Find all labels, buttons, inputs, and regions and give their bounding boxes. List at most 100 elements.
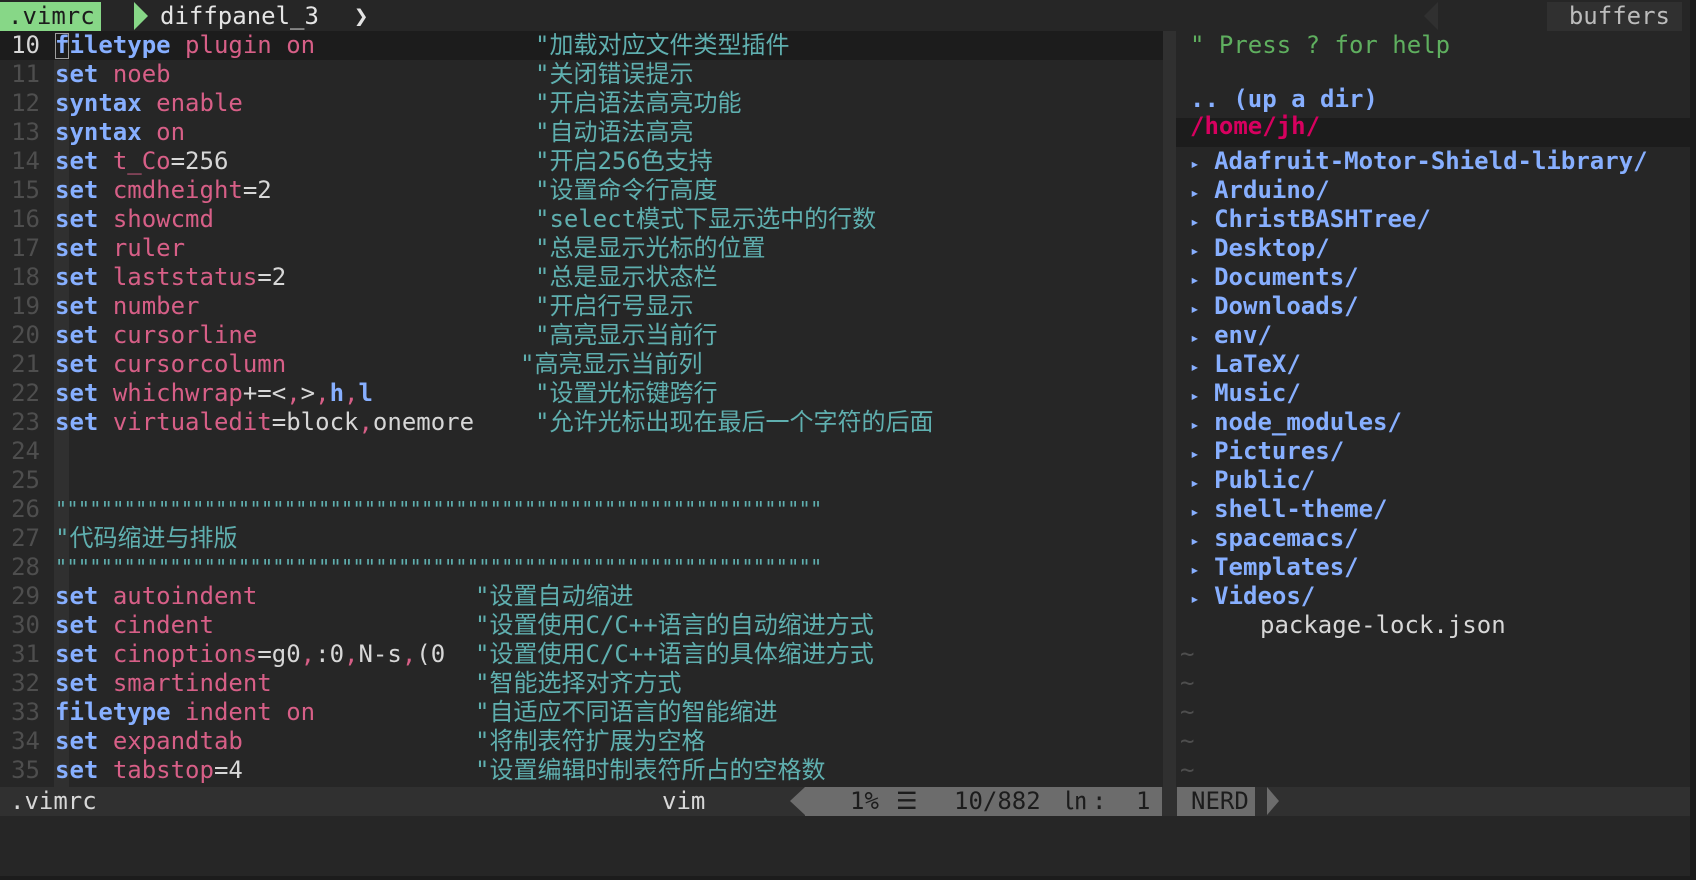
tree-dir-label: spacemacs/ <box>1214 524 1359 552</box>
code-token: showcmd <box>112 205 214 233</box>
tree-dir-item[interactable]: ▸ Templates/ <box>1190 553 1359 582</box>
tree-dir-item[interactable]: ▸ Desktop/ <box>1190 234 1330 263</box>
statusline: .vimrc vim 1% ☰ 10/882 ㏑: 1 NERD <box>0 787 1690 816</box>
code-keyword: set <box>55 321 99 349</box>
tree-dir-item[interactable]: ▸ shell-theme/ <box>1190 495 1387 524</box>
tree-dir-item[interactable]: ▸ env/ <box>1190 321 1272 350</box>
code-token: smartindent <box>112 669 272 697</box>
tab-diffpanel[interactable]: diffpanel_3 <box>160 2 319 31</box>
tab-label: .vimrc <box>8 2 95 30</box>
code-comment: "开启行号显示 <box>535 292 694 320</box>
line-number: 23 <box>11 408 40 436</box>
code-keyword: set <box>55 611 99 639</box>
status-line-position: 10/882 <box>954 787 1041 815</box>
line-number: 11 <box>11 60 40 88</box>
code-token: , <box>401 640 417 668</box>
nerdtree-pane[interactable]: " Press ? for help .. (up a dir) /home/j… <box>1176 31 1690 787</box>
tree-dir-item[interactable]: ▸ Videos/ <box>1190 582 1315 611</box>
code-token: tabstop <box>112 756 214 784</box>
code-keyword: set <box>55 60 99 88</box>
code-token: cinoptions <box>112 640 258 668</box>
editor-pane[interactable]: 10 filetype plugin on "加载对应文件类型插件 11 set noe… <box>0 31 1163 787</box>
tree-dir-item[interactable]: ▸ node_modules/ <box>1190 408 1402 437</box>
status-colon: : <box>1092 787 1107 815</box>
code-text: set noeb <box>55 60 171 89</box>
filetype-label: vim <box>662 787 706 815</box>
code-comment: "select模式下显示选中的行数 <box>535 205 877 233</box>
code-token: :0 <box>315 640 345 668</box>
code-token: +=< <box>242 379 287 407</box>
code-text: syntax on <box>55 118 185 147</box>
code-token: (0 <box>416 640 446 668</box>
up-dir-link[interactable]: .. (up a dir) <box>1190 85 1378 114</box>
code-token: virtualedit <box>112 408 272 436</box>
tree-dir-item[interactable]: ▸ Adafruit-Motor-Shield-library/ <box>1190 147 1648 176</box>
line-number: 27 <box>11 524 40 552</box>
triangle-right-icon: ▸ <box>1190 386 1200 405</box>
vertical-split[interactable] <box>1163 31 1176 787</box>
tree-dir-item[interactable]: ▸ Pictures/ <box>1190 437 1344 466</box>
code-token: cmdheight <box>112 176 243 204</box>
code-text: set laststatus=2 <box>55 263 286 292</box>
line-number: 19 <box>11 292 40 320</box>
triangle-right-icon: ▸ <box>1190 212 1200 231</box>
code-token: enable <box>156 89 243 117</box>
code-keyword: set <box>55 234 99 262</box>
code-token: ruler <box>112 234 186 262</box>
code-comment: "开启语法高亮功能 <box>535 89 742 117</box>
tree-dir-item[interactable]: ▸ Documents/ <box>1190 263 1359 292</box>
tree-dir-item[interactable]: ▸ Arduino/ <box>1190 176 1330 205</box>
tree-dir-label: Videos/ <box>1214 582 1316 610</box>
code-comment: "自动语法高亮 <box>535 118 694 146</box>
code-comment: "设置使用C/C++语言的自动缩进方式 <box>475 611 874 639</box>
code-token: h <box>329 379 345 407</box>
line-number: 21 <box>11 350 40 378</box>
code-comment: "关闭错误提示 <box>535 60 694 88</box>
code-keyword: filetype <box>55 31 171 59</box>
code-keyword: syntax <box>55 118 142 146</box>
nerdtree-help: " Press ? for help <box>1190 31 1451 59</box>
code-text: set smartindent <box>55 669 272 698</box>
code-token: on <box>156 118 186 146</box>
tree-dir-item[interactable]: ▸ Downloads/ <box>1190 292 1359 321</box>
tree-dir-item[interactable]: ▸ Public/ <box>1190 466 1315 495</box>
tree-dir-item[interactable]: ▸ LaTeX/ <box>1190 350 1301 379</box>
code-token: =g0 <box>257 640 301 668</box>
code-keyword: set <box>55 263 99 291</box>
tree-dir-item[interactable]: ▸ spacemacs/ <box>1190 524 1359 553</box>
code-comment: "设置编辑时制表符所占的空格数 <box>475 756 826 784</box>
tree-dir-item[interactable]: ▸ Music/ <box>1190 379 1301 408</box>
triangle-right-icon: ▸ <box>1190 328 1200 347</box>
empty-line-tilde: ~ <box>1180 698 1195 726</box>
tree-dir-label: Music/ <box>1214 379 1301 407</box>
code-keyword: set <box>55 727 99 755</box>
line-number: 16 <box>11 205 40 233</box>
tree-dir-label: env/ <box>1214 321 1272 349</box>
line-number: 18 <box>11 263 40 291</box>
command-line[interactable] <box>0 816 1690 876</box>
tree-root[interactable]: /home/jh/ <box>1190 112 1320 141</box>
tree-dir-item[interactable]: ▸ ChristBASHTree/ <box>1190 205 1431 234</box>
tree-dir-label: Public/ <box>1214 466 1316 494</box>
line-number: 22 <box>11 379 40 407</box>
line-number: 12 <box>11 89 40 117</box>
code-token: , <box>344 640 359 668</box>
tree-file-label: package-lock.json <box>1260 611 1506 639</box>
code-keyword: set <box>55 350 99 378</box>
code-comment: "高亮显示当前行 <box>535 321 718 349</box>
triangle-right-icon: ▸ <box>1190 241 1200 260</box>
triangle-right-icon: ▸ <box>1190 154 1200 173</box>
code-keyword: filetype <box>55 698 171 726</box>
tree-file-item[interactable]: package-lock.json <box>1260 611 1506 640</box>
line-number: 17 <box>11 234 40 262</box>
line-number: 24 <box>11 437 40 465</box>
line-number: 15 <box>11 176 40 204</box>
buffers-button[interactable]: buffers <box>1546 2 1682 31</box>
status-arrow <box>790 787 805 815</box>
code-comment: "允许光标出现在最后一个字符的后面 <box>535 408 934 436</box>
code-token: cursorline <box>112 321 258 349</box>
tab-vimrc[interactable]: .vimrc <box>0 2 101 31</box>
code-token: , <box>286 379 301 407</box>
tree-dir-label: shell-theme/ <box>1214 495 1388 523</box>
nerd-status-label: NERD <box>1177 787 1255 816</box>
